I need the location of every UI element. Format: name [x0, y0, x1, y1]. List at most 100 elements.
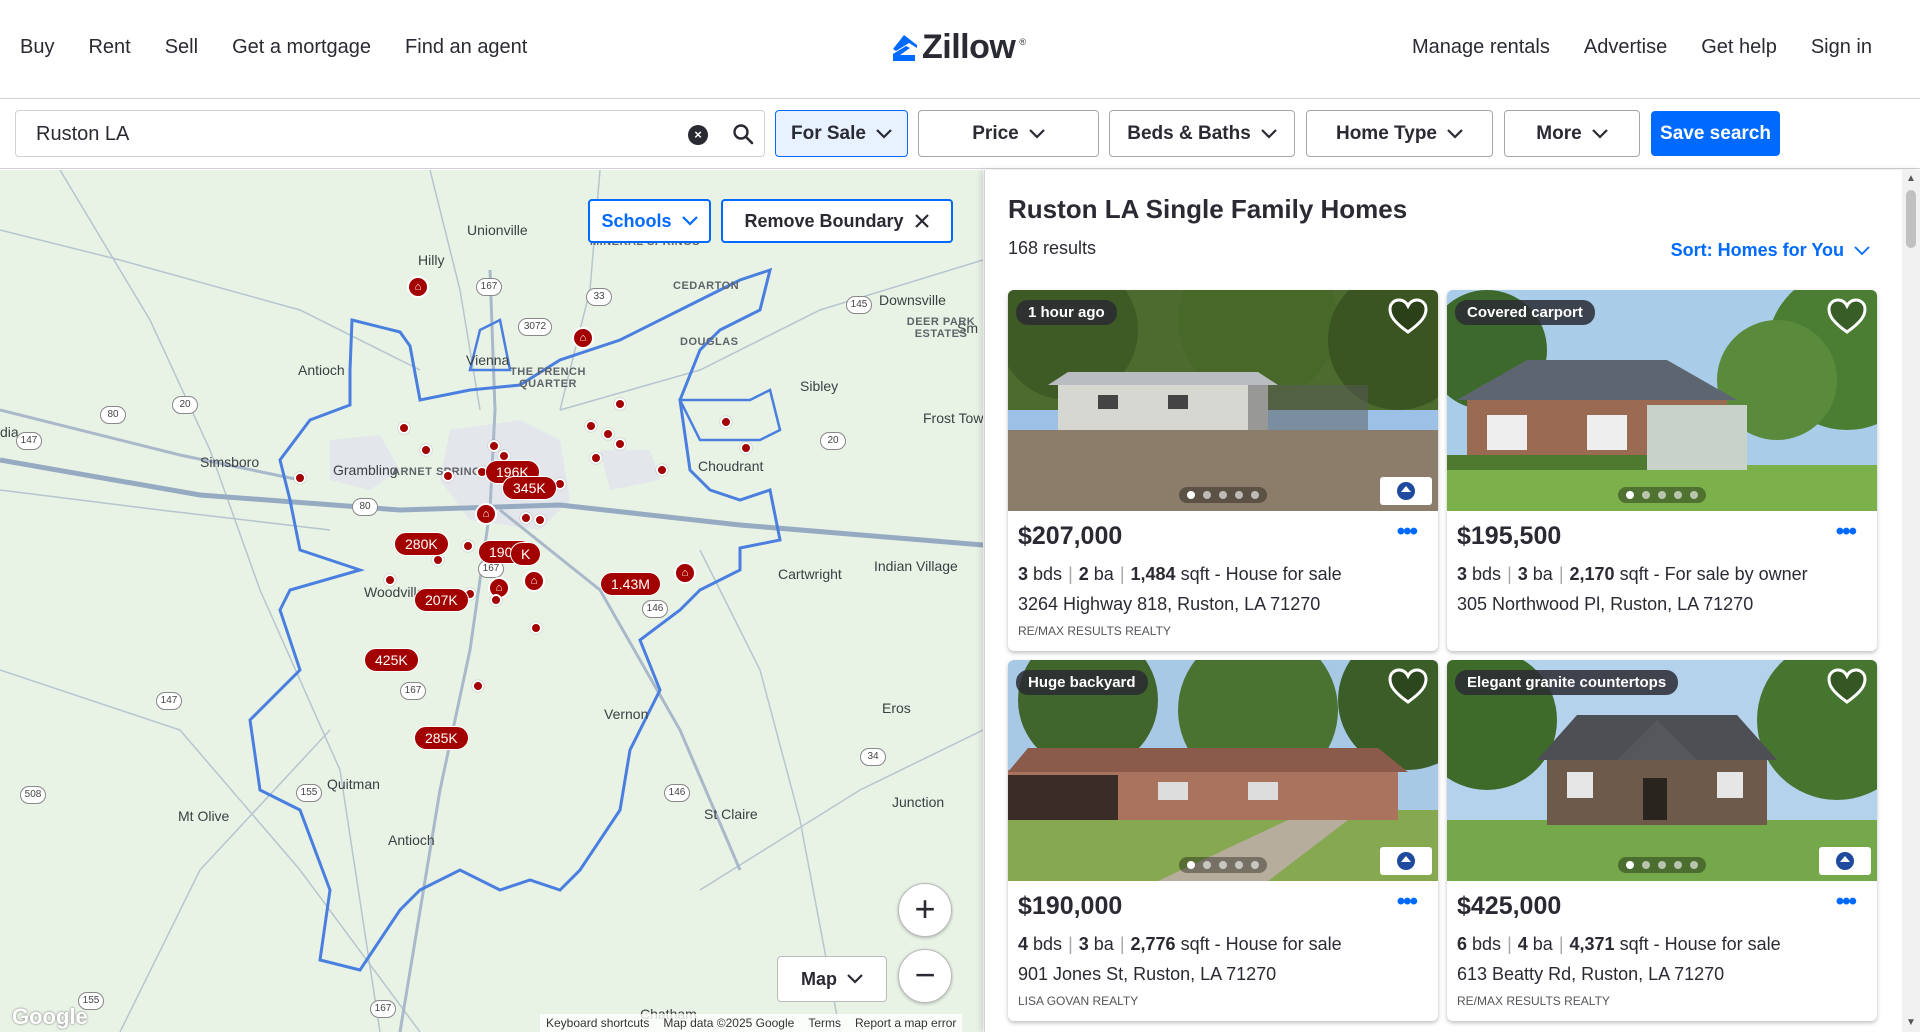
map-pin[interactable]: [490, 594, 502, 606]
map-pin[interactable]: [420, 444, 432, 456]
price-tag[interactable]: 285K: [414, 726, 469, 750]
carousel-dot[interactable]: [1203, 491, 1211, 499]
carousel-dot[interactable]: [1658, 861, 1666, 869]
home-pin-icon[interactable]: ⌂: [475, 503, 497, 525]
terms-link[interactable]: Terms: [808, 1016, 841, 1030]
map-pin[interactable]: [488, 440, 500, 452]
carousel-dot[interactable]: [1203, 861, 1211, 869]
carousel-dot[interactable]: [1690, 861, 1698, 869]
home-type-filter-button[interactable]: Home Type: [1306, 110, 1493, 157]
map-pin[interactable]: [602, 428, 614, 440]
heart-icon[interactable]: [1827, 668, 1867, 706]
keyboard-shortcuts-link[interactable]: Keyboard shortcuts: [546, 1016, 649, 1030]
carousel-dot[interactable]: [1219, 861, 1227, 869]
listing-address[interactable]: 305 Northwood Pl, Ruston, LA 71270: [1457, 594, 1753, 615]
carousel-dot[interactable]: [1642, 491, 1650, 499]
for-sale-filter-button[interactable]: For Sale: [775, 110, 908, 157]
map-panel[interactable]: Unionville Hilly Downsville Antioch Vien…: [0, 170, 983, 1032]
carousel-dot[interactable]: [1674, 491, 1682, 499]
beds-baths-filter-button[interactable]: Beds & Baths: [1109, 110, 1295, 157]
home-pin-icon[interactable]: ⌂: [674, 562, 696, 584]
search-icon[interactable]: [732, 123, 754, 145]
home-pin-icon[interactable]: ⌂: [523, 570, 545, 592]
heart-icon[interactable]: [1388, 298, 1428, 336]
report-map-error-link[interactable]: Report a map error: [855, 1016, 956, 1030]
nav-advertise[interactable]: Advertise: [1584, 36, 1667, 59]
zillow-logo[interactable]: Zillow ®: [890, 28, 1026, 67]
carousel-dot[interactable]: [1219, 491, 1227, 499]
map-pin[interactable]: [398, 422, 410, 434]
search-input[interactable]: [36, 121, 656, 147]
save-search-button[interactable]: Save search: [1651, 111, 1780, 156]
map-pin[interactable]: [585, 420, 597, 432]
zoom-out-button[interactable]: −: [898, 949, 952, 1003]
remove-boundary-button[interactable]: Remove Boundary: [721, 199, 953, 243]
photo-carousel-dots[interactable]: [1179, 857, 1267, 873]
nav-rent[interactable]: Rent: [88, 36, 130, 59]
listing-address[interactable]: 3264 Highway 818, Ruston, LA 71270: [1018, 594, 1320, 615]
more-dots-icon[interactable]: •••: [1397, 520, 1418, 544]
carousel-dot[interactable]: [1187, 861, 1195, 869]
carousel-dot[interactable]: [1690, 491, 1698, 499]
map-pin[interactable]: [614, 438, 626, 450]
carousel-dot[interactable]: [1187, 491, 1195, 499]
map-pin[interactable]: [520, 512, 532, 524]
listing-card[interactable]: Covered carport $195,500 ••• 3 bds | 3 ba |…: [1447, 290, 1877, 651]
nav-get-a-mortgage[interactable]: Get a mortgage: [232, 36, 371, 59]
listing-card[interactable]: Huge backyard $190,000 ••• 4 bds | 3 ba | 2,…: [1008, 660, 1438, 1021]
nav-buy[interactable]: Buy: [20, 36, 54, 59]
scroll-thumb[interactable]: [1906, 190, 1916, 248]
home-pin-icon[interactable]: ⌂: [572, 327, 594, 349]
carousel-dot[interactable]: [1642, 861, 1650, 869]
more-dots-icon[interactable]: •••: [1836, 890, 1857, 914]
price-tag[interactable]: 1.43M: [600, 572, 661, 596]
nav-find-an-agent[interactable]: Find an agent: [405, 36, 527, 59]
photo-carousel-dots[interactable]: [1179, 487, 1267, 503]
price-tag[interactable]: 345K: [502, 476, 557, 500]
map-type-button[interactable]: Map: [777, 956, 887, 1002]
price-tag[interactable]: 425K: [364, 648, 419, 672]
carousel-dot[interactable]: [1626, 491, 1634, 499]
carousel-dot[interactable]: [1235, 861, 1243, 869]
listing-photo[interactable]: 1 hour ago: [1008, 290, 1438, 511]
map-pin[interactable]: [740, 442, 752, 454]
heart-icon[interactable]: [1388, 668, 1428, 706]
map-pin[interactable]: [590, 452, 602, 464]
carousel-dot[interactable]: [1658, 491, 1666, 499]
map-pin[interactable]: [384, 574, 396, 586]
map-pin[interactable]: [614, 398, 626, 410]
carousel-dot[interactable]: [1626, 861, 1634, 869]
listing-photo[interactable]: Huge backyard: [1008, 660, 1438, 881]
more-dots-icon[interactable]: •••: [1836, 520, 1857, 544]
sort-dropdown[interactable]: Sort: Homes for You: [1671, 240, 1870, 261]
map-pin[interactable]: [534, 514, 546, 526]
listing-address[interactable]: 613 Beatty Rd, Ruston, LA 71270: [1457, 964, 1724, 985]
price-tag[interactable]: K: [510, 542, 542, 566]
nav-get-help[interactable]: Get help: [1701, 36, 1777, 59]
photo-carousel-dots[interactable]: [1618, 487, 1706, 503]
carousel-dot[interactable]: [1251, 861, 1259, 869]
more-dots-icon[interactable]: •••: [1397, 890, 1418, 914]
listing-card[interactable]: 1 hour ago $207,000 ••• 3 bds | 2 ba | 1,484…: [1008, 290, 1438, 651]
zoom-in-button[interactable]: +: [898, 883, 952, 937]
schools-button[interactable]: Schools: [588, 199, 711, 243]
map-pin[interactable]: [656, 464, 668, 476]
results-scrollbar[interactable]: ▲ ▼: [1902, 170, 1920, 1032]
map-pin[interactable]: [472, 680, 484, 692]
map-pin[interactable]: [530, 622, 542, 634]
listing-photo[interactable]: Elegant granite countertops: [1447, 660, 1877, 881]
nav-sell[interactable]: Sell: [165, 36, 198, 59]
price-filter-button[interactable]: Price: [918, 110, 1099, 157]
nav-sign-in[interactable]: Sign in: [1811, 36, 1872, 59]
scroll-up-icon[interactable]: ▲: [1906, 174, 1916, 184]
price-tag[interactable]: 207K: [414, 588, 469, 612]
photo-carousel-dots[interactable]: [1618, 857, 1706, 873]
more-filter-button[interactable]: More: [1504, 110, 1640, 157]
carousel-dot[interactable]: [1251, 491, 1259, 499]
map-pin[interactable]: [462, 540, 474, 552]
listing-photo[interactable]: Covered carport: [1447, 290, 1877, 511]
scroll-down-icon[interactable]: ▼: [1906, 1018, 1916, 1028]
home-pin-icon[interactable]: ⌂: [407, 276, 429, 298]
map-pin[interactable]: [442, 470, 454, 482]
heart-icon[interactable]: [1827, 298, 1867, 336]
